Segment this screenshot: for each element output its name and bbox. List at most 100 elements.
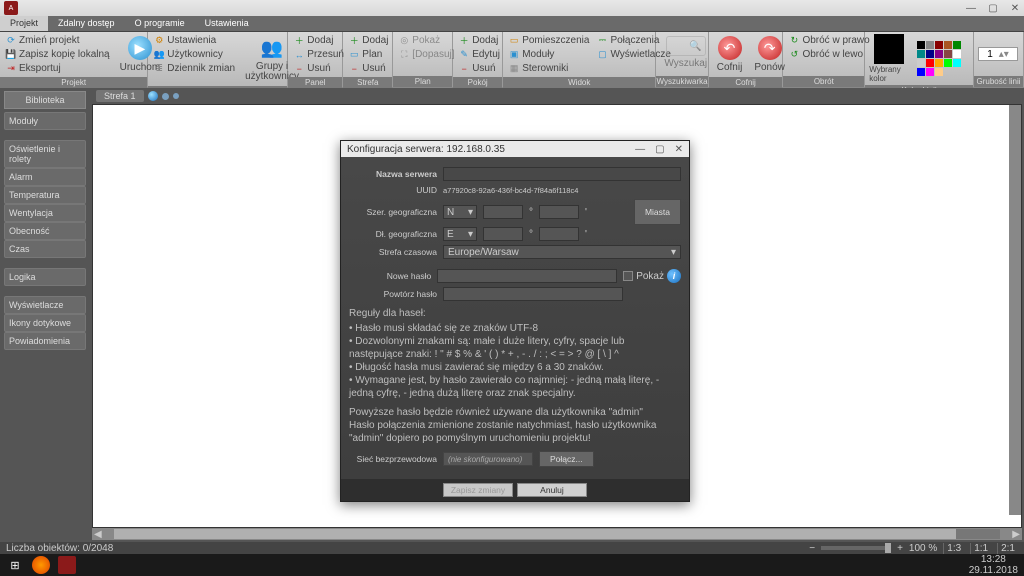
color-swatch[interactable] — [944, 50, 952, 58]
color-swatch[interactable] — [926, 41, 934, 49]
zone-add-button[interactable]: ＋Dodaj — [347, 34, 390, 47]
view-modules-toggle[interactable]: ▣Moduły — [507, 48, 591, 61]
sidebar-item-3[interactable]: Temperatura — [4, 186, 86, 204]
export-icon: ⇥ — [6, 64, 16, 74]
sidebar-item-2[interactable]: Alarm — [4, 168, 86, 186]
close-button[interactable]: ✕ — [1010, 3, 1020, 14]
tab-zdalny[interactable]: Zdalny dostęp — [48, 16, 125, 31]
color-swatch[interactable] — [953, 41, 961, 49]
color-swatch[interactable] — [935, 59, 943, 67]
color-swatch[interactable] — [917, 50, 925, 58]
dialog-maximize-button[interactable]: ▢ — [655, 144, 664, 155]
dialog-close-button[interactable]: ✕ — [675, 144, 683, 155]
cities-button[interactable]: Miasta — [634, 199, 681, 225]
sidebar-item-7[interactable]: Logika — [4, 268, 86, 286]
color-swatch[interactable] — [926, 50, 934, 58]
server-settings-button[interactable]: ⚙Ustawienia — [152, 34, 237, 47]
tab-oprogramie[interactable]: O programie — [125, 16, 195, 31]
room-add-button[interactable]: ＋Dodaj — [457, 34, 502, 47]
firefox-icon[interactable] — [32, 556, 50, 574]
view-rooms-toggle[interactable]: ▭Pomieszczenia — [507, 34, 591, 47]
server-name-input[interactable] — [443, 167, 681, 181]
ratio-1-1[interactable]: 1:1 — [970, 543, 991, 554]
timezone-select[interactable]: Europe/Warsaw▾ — [443, 245, 681, 259]
wifi-connect-button[interactable]: Połącz... — [539, 451, 594, 467]
orb-1[interactable] — [148, 91, 158, 101]
sidebar-item-5[interactable]: Obecność — [4, 222, 86, 240]
export-button[interactable]: ⇥Eksportuj — [4, 62, 112, 75]
room-del-button[interactable]: −Usuń — [457, 62, 502, 75]
wifi-status: (nie skonfigurowano) — [443, 452, 533, 466]
color-palette[interactable] — [917, 41, 969, 76]
users-button[interactable]: 👥Użytkownicy — [152, 48, 237, 61]
color-swatch[interactable] — [944, 41, 952, 49]
panel-del-button[interactable]: −Usuń — [292, 62, 346, 75]
log-button[interactable]: ≣Dziennik zmian — [152, 62, 237, 75]
zoom-slider[interactable] — [821, 546, 891, 550]
minimize-button[interactable]: — — [966, 3, 976, 14]
longitude-label: Dł. geograficzna — [349, 229, 437, 239]
sidebar-item-0[interactable]: Moduły — [4, 112, 86, 130]
orb-2[interactable] — [162, 93, 169, 100]
lon-min-input[interactable] — [539, 227, 579, 241]
color-swatch[interactable] — [926, 59, 934, 67]
save-local-button[interactable]: 💾Zapisz kopię lokalną — [4, 48, 112, 61]
horizontal-scrollbar[interactable]: ◀ ▶ — [92, 528, 1022, 540]
sidebar-item-6[interactable]: Czas — [4, 240, 86, 258]
zoom-out-icon[interactable]: − — [809, 543, 815, 554]
color-swatch[interactable] — [917, 68, 925, 76]
lat-dir-select[interactable]: N▾ — [443, 205, 477, 219]
repeat-password-input[interactable] — [443, 287, 623, 301]
color-swatch[interactable] — [935, 41, 943, 49]
undo-button[interactable]: ↶Cofnij — [713, 34, 747, 75]
color-swatch[interactable] — [935, 50, 943, 58]
orb-3[interactable] — [173, 93, 179, 99]
panel-move-button[interactable]: ↔Przesuń — [292, 48, 346, 61]
show-password-checkbox[interactable] — [623, 271, 633, 281]
sidebar-item-10[interactable]: Powiadomienia — [4, 332, 86, 350]
tab-projekt[interactable]: Projekt — [0, 16, 48, 31]
zone-plan-button[interactable]: ▭Plan — [347, 48, 390, 61]
cancel-button[interactable]: Anuluj — [517, 483, 587, 497]
ratio-2-1[interactable]: 2:1 — [997, 543, 1018, 554]
color-swatch[interactable] — [935, 68, 943, 76]
info-icon[interactable]: i — [667, 269, 681, 283]
zone-tab-1[interactable]: Strefa 1 — [96, 90, 144, 102]
new-password-input[interactable] — [437, 269, 617, 283]
app-taskbar-icon[interactable] — [58, 556, 76, 574]
wifi-label: Sieć bezprzewodowa — [349, 454, 437, 464]
system-clock[interactable]: 13:28 29.11.2018 — [969, 554, 1018, 576]
rotate-cw-button[interactable]: ↻Obróć w prawo — [787, 34, 871, 47]
line-width-spinbox[interactable]: 1 ▴▾ — [978, 47, 1018, 61]
maximize-button[interactable]: ▢ — [988, 3, 998, 14]
room-edit-button[interactable]: ✎Edytuj — [457, 48, 502, 61]
color-swatch[interactable] — [917, 41, 925, 49]
color-swatch[interactable] — [917, 59, 925, 67]
color-swatch[interactable] — [944, 59, 952, 67]
ratio-1-3[interactable]: 1:3 — [943, 543, 964, 554]
start-button[interactable]: ⊞ — [6, 556, 24, 574]
selected-color-swatch[interactable] — [874, 34, 904, 64]
zoom-in-icon[interactable]: + — [897, 543, 903, 554]
vertical-scrollbar[interactable] — [1009, 105, 1021, 515]
change-project-button[interactable]: ⟳Zmień projekt — [4, 34, 112, 47]
color-swatch[interactable] — [953, 50, 961, 58]
color-swatch[interactable] — [926, 68, 934, 76]
color-swatch[interactable] — [953, 59, 961, 67]
rotate-ccw-button[interactable]: ↺Obróć w lewo — [787, 48, 871, 61]
panel-add-button[interactable]: ＋Dodaj — [292, 34, 346, 47]
tab-ustawienia[interactable]: Ustawienia — [195, 16, 259, 31]
dialog-minimize-button[interactable]: — — [635, 144, 645, 155]
lat-deg-input[interactable] — [483, 205, 523, 219]
view-controllers-toggle[interactable]: ▦Sterowniki — [507, 62, 591, 75]
search-button[interactable]: 🔍 Wyszukaj — [660, 34, 711, 71]
sidebar-item-9[interactable]: Ikony dotykowe — [4, 314, 86, 332]
lon-dir-select[interactable]: E▾ — [443, 227, 477, 241]
sidebar-item-8[interactable]: Wyświetlacze — [4, 296, 86, 314]
save-changes-button[interactable]: Zapisz zmiany — [443, 483, 513, 497]
lon-deg-input[interactable] — [483, 227, 523, 241]
sidebar-item-4[interactable]: Wentylacja — [4, 204, 86, 222]
zone-del-button[interactable]: −Usuń — [347, 62, 390, 75]
sidebar-item-1[interactable]: Oświetlenie i rolety — [4, 140, 86, 168]
lat-min-input[interactable] — [539, 205, 579, 219]
